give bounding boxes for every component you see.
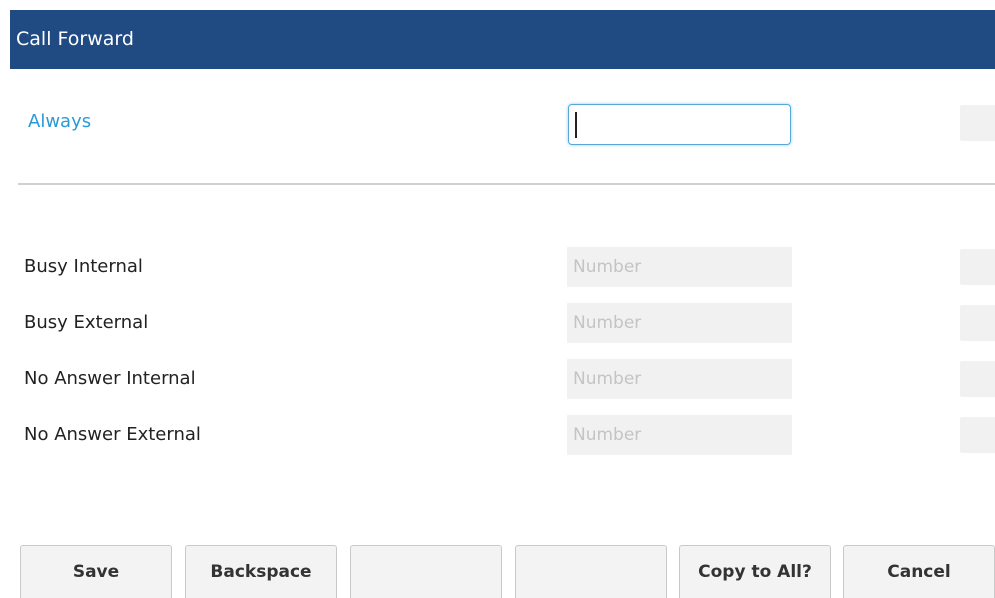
title-bar: Call Forward [10, 10, 995, 69]
busy-external-toggle-box[interactable] [960, 305, 995, 341]
no-answer-external-label: No Answer External [24, 424, 201, 445]
softkey-4-button[interactable] [515, 545, 667, 598]
no-answer-internal-number-input[interactable] [567, 359, 792, 399]
busy-external-label: Busy External [24, 312, 149, 333]
section-divider [18, 183, 995, 185]
busy-internal-label: Busy Internal [24, 256, 143, 277]
no-answer-internal-toggle-box[interactable] [960, 361, 995, 397]
backspace-button[interactable]: Backspace [185, 545, 337, 598]
busy-external-number-input[interactable] [567, 303, 792, 343]
no-answer-external-number-input[interactable] [567, 415, 792, 455]
always-number-input[interactable] [568, 104, 791, 145]
no-answer-internal-label: No Answer Internal [24, 368, 196, 389]
cancel-button[interactable]: Cancel [843, 545, 995, 598]
busy-internal-number-input[interactable] [567, 247, 792, 287]
save-button[interactable]: Save [20, 545, 172, 598]
no-answer-external-toggle-box[interactable] [960, 417, 995, 453]
busy-internal-toggle-box[interactable] [960, 249, 995, 285]
always-label[interactable]: Always [28, 111, 91, 132]
always-toggle-box[interactable] [960, 105, 995, 141]
copy-to-all-button[interactable]: Copy to All? [679, 545, 831, 598]
softkey-3-button[interactable] [350, 545, 502, 598]
text-cursor [575, 112, 577, 138]
page-title: Call Forward [16, 28, 134, 50]
